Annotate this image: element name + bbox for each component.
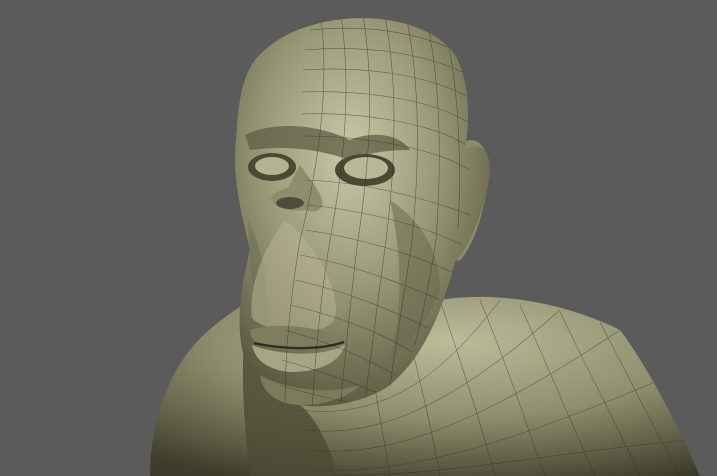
sculpt-render [150, 18, 700, 476]
3d-viewport[interactable] [0, 0, 717, 476]
